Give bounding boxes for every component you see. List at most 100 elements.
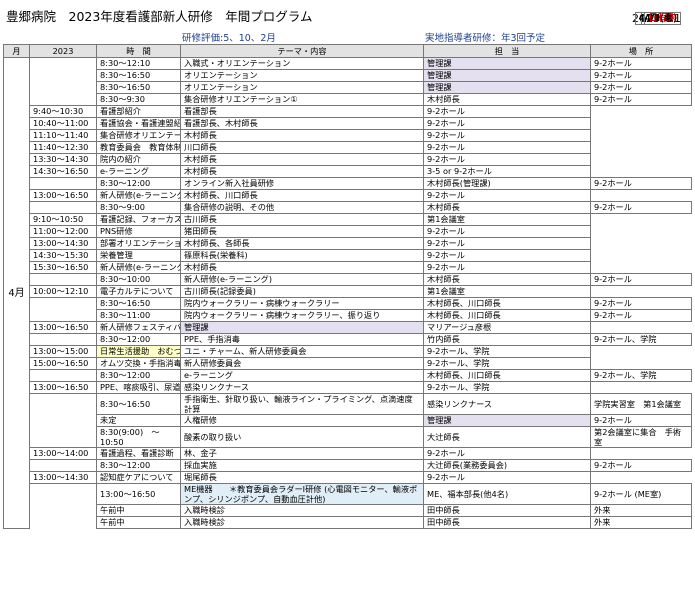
place-cell: 9-2ホール bbox=[423, 225, 591, 238]
col-staff: 担 当 bbox=[423, 44, 591, 58]
table-row: 4/14(金) 8:30～16:50 手指衛生、針取り扱い、輸液ライン・プライミング… bbox=[4, 12, 692, 415]
staff-cell: ユニ・チャーム、新人研修委員会 bbox=[180, 345, 424, 358]
staff-cell: 看護部長 bbox=[180, 105, 424, 118]
time-cell: 15:00～16:50 bbox=[29, 357, 97, 370]
staff-cell: 林、金子 bbox=[180, 447, 424, 460]
table-row: 4月 4/1(土) 8:30～12:10 入職式・オリエンテーション 管理課 9-2ホール bbox=[3, 12, 692, 529]
theme-cell: 入職時検診 bbox=[180, 504, 424, 517]
time-cell: 8:30～16:50 bbox=[96, 393, 181, 415]
staff-cell: 木村師長 bbox=[180, 261, 424, 274]
staff-cell: 大辻師長(業務委員会) bbox=[423, 459, 591, 472]
place-cell: 9-2ホール bbox=[423, 249, 591, 262]
staff-cell: 篠原科長(栄養科) bbox=[180, 249, 424, 262]
theme-cell: オリエンテーション bbox=[180, 69, 424, 82]
table-row: 4/18(火) 8:30(9:00) ～10:50 酸素の取り扱い 大辻師長 第2会議室… bbox=[4, 12, 692, 448]
place-cell: 9-2ホール bbox=[590, 459, 692, 472]
theme-cell: 看護記録、フォーカスチャーティング、看護必要度 bbox=[96, 213, 181, 226]
staff-cell: 木村師長 bbox=[180, 165, 424, 178]
place-cell: 9-2ホール bbox=[590, 273, 692, 286]
place-cell: 9-2ホール、学院 bbox=[423, 357, 591, 370]
staff-cell: 田中師長 bbox=[423, 516, 591, 529]
table-row: 4/12(水) 8:30～12:00 PPE、手指消毒 竹内師長 9-2ホール、学院 bbox=[4, 12, 692, 346]
col-theme: テーマ・内容 bbox=[180, 44, 424, 58]
place-cell: 9-2ホール、学院 bbox=[590, 333, 692, 346]
staff-cell: 管理課 bbox=[423, 57, 591, 70]
place-cell: 9-2ホール bbox=[590, 309, 692, 322]
staff-cell: 木村師長 bbox=[423, 201, 591, 214]
table-row: 4/13(木) 8:30～12:00 e-ラーニング 木村師長、川口師長 9-2ホール、… bbox=[4, 12, 692, 382]
time-cell: 11:00～12:00 bbox=[29, 225, 97, 238]
staff-cell: 新人研修委員会 bbox=[180, 357, 424, 370]
place-cell: 9-2ホール bbox=[423, 141, 591, 154]
time-cell: 未定 bbox=[96, 414, 181, 427]
theme-cell: PPE、手指消毒 bbox=[180, 333, 424, 346]
place-cell: 9-2ホール bbox=[590, 57, 692, 70]
table-row: 日程未 午前中 入職時検診 田中師長 外来 bbox=[4, 12, 692, 517]
table-row: 13:00～14:30 認知症ケアについて 堀尾師長 9-2ホール bbox=[4, 471, 692, 484]
table-row: 10:40～11:00看護協会・看護連盟紹介看護部長、木村師長9-2ホール bbox=[4, 117, 692, 130]
table-row: 13:00～16:50新人研修フェスティバル管理課マリアージュ彦根 bbox=[4, 321, 692, 334]
staff-cell: 木村師長 bbox=[180, 153, 424, 166]
table-row: 4/21(金) 8:30～12:00 採血実施 大辻師長(業務委員会) 9-2ホール bbox=[4, 12, 692, 472]
theme-cell: 新人研修フェスティバル bbox=[96, 321, 181, 334]
staff-cell: 川口師長 bbox=[180, 141, 424, 154]
theme-cell: 集合研修の説明、その他 bbox=[180, 201, 424, 214]
place-cell: 9-2ホール bbox=[590, 414, 692, 427]
theme-cell: オムツ交換・手指消毒・PPEの実践 bbox=[96, 357, 181, 370]
place-cell: 9-2ホール bbox=[590, 201, 692, 214]
table-row: 4/5(水) 8:30～9:30 集合研修オリエンテーション① 木村師長 9-2ホール bbox=[4, 12, 692, 106]
theme-cell: 集合研修オリエンテーション② bbox=[96, 129, 181, 142]
table-row: 4/10(月) 8:30～16:50 院内ウォークラリー・病棟ウォークラリー 木村師長… bbox=[4, 12, 692, 310]
staff-cell: 木村師長、川口師長 bbox=[180, 189, 424, 202]
staff-cell: 木村師長 bbox=[180, 129, 424, 142]
place-cell: 9-2ホール bbox=[423, 261, 591, 274]
staff-cell: 木村師長 bbox=[423, 273, 591, 286]
table-row: 4/8(土) 8:30～10:00 新人研修(e-ラーニング) 木村師長 9-2ホール bbox=[4, 12, 692, 286]
instructor-training-note: 実地指導者研修：年3回予定 bbox=[425, 33, 546, 44]
theme-cell: ME機器 ＊教育委員会ラダーⅠ研修 (心電図モニター、輸液ポンプ、シリンジポンプ… bbox=[180, 483, 424, 505]
table-row: 14:30～15:30 栄養管理 篠原科長(栄養科) 9-2ホール bbox=[4, 249, 692, 262]
time-cell: 8:30～12:10 bbox=[96, 57, 181, 70]
theme-cell: 新人研修(e-ラーニング) bbox=[96, 261, 181, 274]
staff-cell: 管理課 bbox=[423, 414, 591, 427]
page-title: 豊郷病院 2023年度看護部新人研修 年間プログラム bbox=[6, 9, 313, 24]
table-row: 日程未 午前中 入職時検診 田中師長 外来 bbox=[4, 12, 692, 529]
place-cell: 9-2ホール bbox=[423, 153, 591, 166]
place-cell: 外来 bbox=[590, 504, 692, 517]
table-row: 13:00～16:50PPE、喀痰吸引、尿道カテーテル感染リンクナース9-2ホー… bbox=[4, 381, 692, 394]
theme-cell: 採血実施 bbox=[180, 459, 424, 472]
theme-cell: PNS研修 bbox=[96, 225, 181, 238]
staff-cell: 古川師長(記録委員) bbox=[180, 285, 424, 298]
time-cell: 8:30～12:00 bbox=[96, 177, 181, 190]
table-row: 13:00～14:30部署オリエンテーション木村師長、各師長9-2ホール bbox=[4, 237, 692, 250]
staff-cell: 管理課 bbox=[180, 321, 424, 334]
theme-cell: 院内ウォークラリー・病棟ウォークラリー bbox=[180, 297, 424, 310]
table-row: 日程未 未定 人権研修 管理課 9-2ホール bbox=[4, 12, 692, 427]
theme-cell: 新人研修(e-ラーニング) bbox=[180, 273, 424, 286]
time-cell: 13:00～16:50 bbox=[29, 321, 97, 334]
table-row: 13:00～15:00日常生活援助 おむつ交換(CWも含む)ユニ・チャーム、新人… bbox=[4, 345, 692, 358]
staff-cell: 大辻師長 bbox=[423, 426, 591, 448]
time-cell: 8:30～12:00 bbox=[96, 333, 181, 346]
place-cell: 3-5 or 9-2ホール bbox=[423, 165, 591, 178]
table-row: 15:00～16:50オムツ交換・手指消毒・PPEの実践新人研修委員会9-2ホー… bbox=[4, 357, 692, 370]
place-cell: 9-2ホール bbox=[590, 93, 692, 106]
page-header: 豊郷病院 2023年度看護部新人研修 年間プログラム 2023.4.1 研修評価… bbox=[0, 0, 695, 44]
evaluation-note: 研修評価:5、10、2月 bbox=[182, 33, 276, 44]
table-row: 4/25(火) 13:00～16:50 ME機器 ＊教育委員会ラダーⅠ研修 (心電図… bbox=[4, 12, 692, 505]
theme-cell: オリエンテーション bbox=[180, 81, 424, 94]
col-month: 月 bbox=[3, 44, 30, 58]
theme-cell: 集合研修オリエンテーション① bbox=[180, 93, 424, 106]
table-row: 4/11(火) 8:30～11:00 院内ウォークラリー・病棟ウォークラリー、振り返… bbox=[4, 12, 692, 322]
theme-cell: 人権研修 bbox=[180, 414, 424, 427]
staff-cell: ME、福本部長(他4名) bbox=[423, 483, 591, 505]
time-cell: 11:40～12:30 bbox=[29, 141, 97, 154]
theme-cell: 院内ウォークラリー・病棟ウォークラリー、振り返り bbox=[180, 309, 424, 322]
theme-cell: 入職式・オリエンテーション bbox=[180, 57, 424, 70]
place-cell: 9-2ホール bbox=[423, 237, 591, 250]
theme-cell: 看護協会・看護連盟紹介 bbox=[96, 117, 181, 130]
place-cell: 第2会議室に集合 手術室 bbox=[590, 426, 692, 448]
place-cell: 9-2ホール、学院 bbox=[423, 345, 591, 358]
table-row: 11:10～11:40集合研修オリエンテーション②木村師長9-2ホール bbox=[4, 129, 692, 142]
table-row: 11:40～12:30教育委員会 教育体制説明川口師長9-2ホール bbox=[4, 141, 692, 154]
